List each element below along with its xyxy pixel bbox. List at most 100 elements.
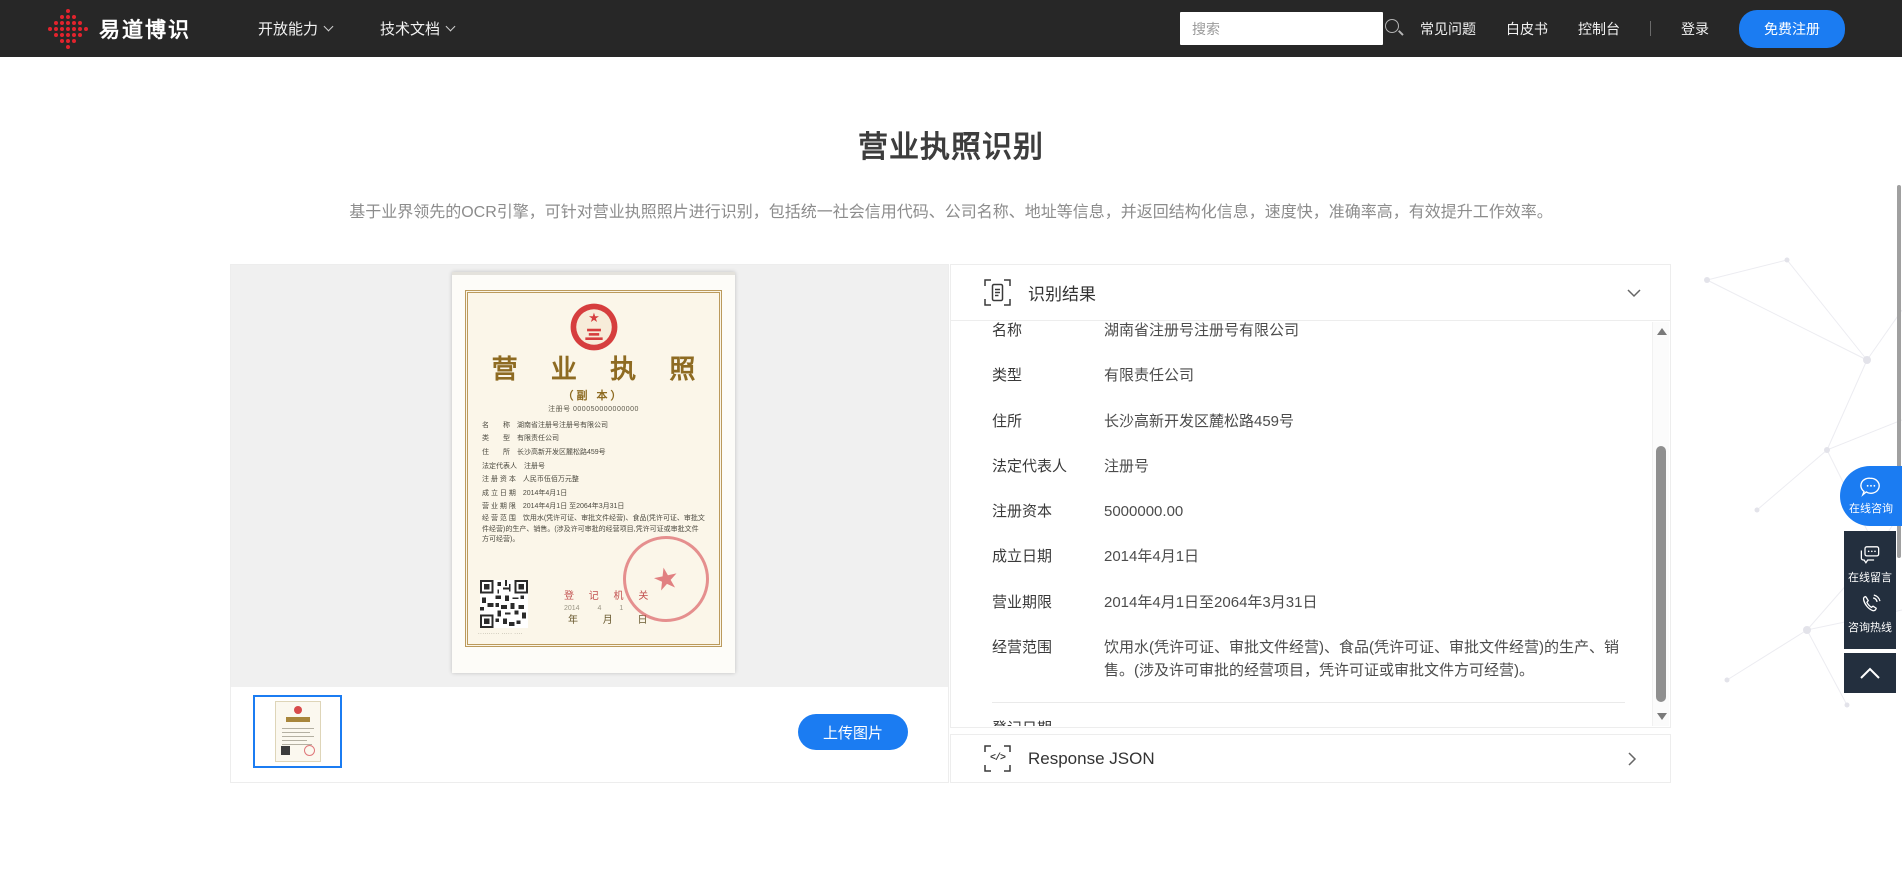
license-reg-number: 注册号 000050000000000 [468,404,719,414]
sample-thumbnail-selected[interactable] [253,695,342,768]
scroll-down-arrow[interactable] [1657,713,1667,720]
scrollbar-thumb[interactable] [1656,446,1666,702]
result-card-header[interactable]: 识别结果 [951,265,1670,321]
result-row-value: 饮用水(凭许可证、审批文件经营)、食品(凭许可证、审批文件经营)的生产、销售。(… [1104,636,1651,683]
page-subtitle: 基于业界领先的OCR引擎，可针对营业执照照片进行识别，包括统一社会信用代码、公司… [0,198,1902,222]
license-copy-label: （副 本） [468,387,719,403]
result-row-label: 名称 [992,322,1104,342]
result-table: 名称 湖南省注册号注册号有限公司 类型 有限责任公司 住所 长沙高新开发区麓松路… [951,322,1651,726]
result-row-label: 类型 [992,364,1104,387]
code-glyph: </> [984,745,1011,772]
result-row-value: 注册号 [1104,455,1175,478]
back-to-top-button[interactable] [1844,653,1896,693]
search-box [1180,12,1383,45]
svg-text:★: ★ [588,310,600,325]
result-row-value: 5000000.00 [1104,500,1209,523]
result-row: 注册资本 5000000.00 [992,489,1651,534]
result-row-label: 法定代表人 [992,455,1104,478]
top-links: 常见问题 白皮书 控制台 登录 免费注册 [1420,0,1845,57]
page: 易道博识 开放能力 技术文档 常见问题 白皮书 控制台 登录 免费注册 营业执照… [0,0,1902,874]
hotline-button[interactable]: 咨询热线 [1848,594,1892,635]
login-link[interactable]: 登录 [1681,19,1709,39]
nav-label: 开放能力 [258,18,318,39]
contact-widget-panel: 在线留言 咨询热线 [1844,531,1896,649]
license-field: 类 型 有限责任公司 [482,432,705,446]
result-row-value: 湖南省注册号注册号有限公司 [1104,322,1325,342]
result-row: 类型 有限责任公司 [992,353,1651,398]
license-fields: 名 称 湖南省注册号注册号有限公司 类 型 有限责任公司 住 所 长沙高新开发区… [482,419,705,546]
widget-label: 咨询热线 [1848,619,1892,635]
response-json-card[interactable]: </> Response JSON [950,734,1671,783]
code-scan-icon: </> [984,745,1011,772]
license-title: 营 业 执 照 [468,355,719,384]
online-consult-button[interactable]: 在线咨询 [1840,466,1902,526]
divider [1650,21,1651,36]
widget-label: 在线咨询 [1849,500,1893,516]
link-faq[interactable]: 常见问题 [1420,19,1476,39]
result-row: 住所 长沙高新开发区麓松路459号 [992,399,1651,444]
qr-code [480,580,528,628]
search-input[interactable] [1180,21,1381,37]
thumbnail-license-image [275,701,321,762]
result-row: 名称 湖南省注册号注册号有限公司 [992,322,1651,353]
result-row-value: 2014年4月1日 [1104,545,1225,568]
result-scrollbar[interactable] [1652,322,1669,726]
upload-image-button[interactable]: 上传图片 [798,714,908,750]
result-card-title: 识别结果 [1028,280,1096,305]
result-row: 经营范围 饮用水(凭许可证、审批文件经营)、食品(凭许可证、审批文件经营)的生产… [992,625,1651,694]
chevron-down-icon [324,22,334,32]
license-image-stage: ★ 营 业 执 照 （副 本） 注册号 000050000000000 名 称 … [231,265,948,687]
logo-icon [48,9,88,49]
license-image: ★ 营 业 执 照 （副 本） 注册号 000050000000000 名 称 … [452,272,735,673]
result-row-label: 注册资本 [992,500,1104,523]
chevron-down-icon[interactable] [1626,285,1642,301]
chevron-up-icon [1858,666,1882,680]
widget-label: 在线留言 [1848,569,1892,585]
chat-bubble-icon [1860,477,1882,497]
link-whitepaper[interactable]: 白皮书 [1506,19,1548,39]
nav-item-tech-docs[interactable]: 技术文档 [380,18,454,39]
search-icon[interactable] [1381,12,1411,45]
national-emblem-icon: ★ [568,301,620,353]
result-row-label: 登记日期 [992,720,1052,726]
register-button[interactable]: 免费注册 [1739,10,1845,48]
message-bubbles-icon [1859,545,1881,565]
license-field: 住 所 长沙高新开发区麓松路459号 [482,446,705,460]
license-field: 注 册 资 本 人民币伍佰万元整 [482,473,705,487]
nav-item-open-capabilities[interactable]: 开放能力 [258,18,332,39]
result-row-label: 住所 [992,410,1104,433]
document-scan-icon [984,279,1011,306]
recognition-result-card: 识别结果 名称 湖南省注册号注册号有限公司 类型 有限责任公司 住所 长沙高新开… [950,264,1671,728]
license-frame: ★ 营 业 执 照 （副 本） 注册号 000050000000000 名 称 … [465,290,722,647]
result-row-label: 经营范围 [992,636,1104,683]
phone-icon [1860,594,1881,615]
stamp-star-icon: ★ [619,532,714,627]
license-field: 营 业 期 限 2014年4月1日 至2064年3月31日 [482,500,705,514]
result-row-value: 2014年4月1日至2064年3月31日 [1104,591,1343,614]
license-field: 名 称 湖南省注册号注册号有限公司 [482,419,705,433]
license-field: 成 立 日 期 2014年4月1日 [482,487,705,501]
result-row: 法定代表人 注册号 [992,444,1651,489]
demo-section: ★ 营 业 执 照 （副 本） 注册号 000050000000000 名 称 … [230,264,1671,783]
license-bottom-area: ·········· ····· ···· 登 记 机 关 2014 4 1 年… [476,548,711,640]
main-nav: 开放能力 技术文档 [258,0,454,57]
chevron-right-icon[interactable] [1624,751,1640,767]
license-field: 法定代表人 注册号 [482,460,705,474]
logo[interactable]: 易道博识 [48,0,191,57]
json-card-title: Response JSON [1028,749,1155,769]
link-console[interactable]: 控制台 [1578,19,1620,39]
page-title: 营业执照识别 [0,122,1902,166]
result-row: 成立日期 2014年4月1日 [992,534,1651,579]
license-preview-card: ★ 营 业 执 照 （副 本） 注册号 000050000000000 名 称 … [230,264,949,783]
online-message-button[interactable]: 在线留言 [1848,545,1892,585]
scroll-up-arrow[interactable] [1657,328,1667,335]
result-row-value: 有限责任公司 [1104,364,1220,387]
nav-label: 技术文档 [380,18,440,39]
result-row-value: 长沙高新开发区麓松路459号 [1104,410,1320,433]
logo-text: 易道博识 [99,14,191,44]
result-row-label: 营业期限 [992,591,1104,614]
qr-caption: ·········· ····· ···· [478,631,523,637]
result-row-label: 成立日期 [992,545,1104,568]
top-navbar: 易道博识 开放能力 技术文档 常见问题 白皮书 控制台 登录 免费注册 [0,0,1902,57]
result-row: 登记日期 [992,703,1625,726]
